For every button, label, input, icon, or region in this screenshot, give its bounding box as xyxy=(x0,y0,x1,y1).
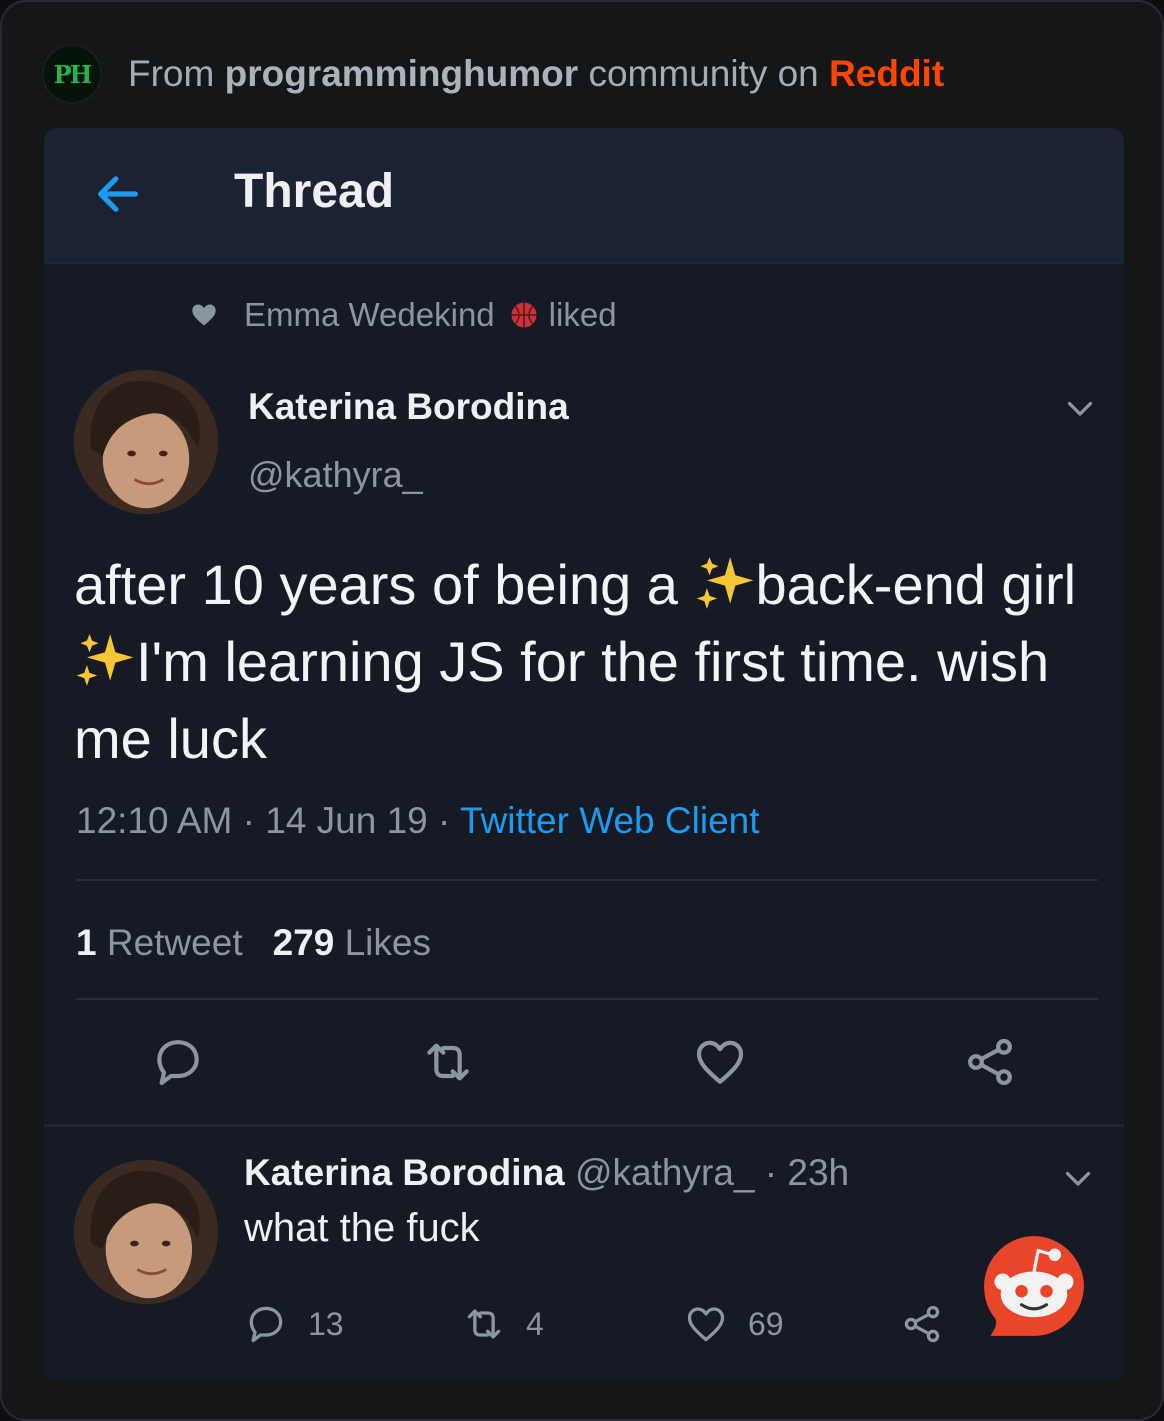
tweet-client[interactable]: Twitter Web Client xyxy=(460,800,760,841)
liked-by-user[interactable]: Emma Wedekind xyxy=(244,296,495,334)
source-prefix: From xyxy=(128,53,225,94)
community-logo[interactable]: PH xyxy=(42,44,102,104)
reply-like-count: 69 xyxy=(748,1305,784,1342)
reply-retweet-count: 4 xyxy=(526,1305,544,1342)
heart-icon xyxy=(192,304,216,326)
site-name[interactable]: Reddit xyxy=(829,53,944,94)
tweet-text: after 10 years of being a back-end girl … xyxy=(74,546,1084,777)
divider xyxy=(76,998,1098,1000)
reply-icon[interactable] xyxy=(150,1034,206,1090)
sparkles-icon xyxy=(76,634,134,686)
retweet-count[interactable]: 1 xyxy=(76,922,97,963)
tweet-screenshot: Thread Emma Wedekind liked Katerina Boro… xyxy=(44,128,1124,1380)
reply-handle[interactable]: @kathyra_ xyxy=(575,1152,754,1193)
source-middle: community on xyxy=(578,53,830,94)
avatar[interactable] xyxy=(74,370,218,514)
liked-by-row: Emma Wedekind liked xyxy=(190,296,617,334)
chevron-down-icon[interactable] xyxy=(1060,1160,1096,1196)
reply-reply-button[interactable]: 13 xyxy=(244,1302,344,1346)
reply-share-button[interactable] xyxy=(900,1302,964,1346)
sparkles-icon xyxy=(696,557,753,609)
back-arrow-icon[interactable] xyxy=(92,168,144,220)
chevron-down-icon[interactable] xyxy=(1062,390,1098,426)
like-label[interactable]: Likes xyxy=(345,922,431,963)
tweet-meta: 12:10 AM · 14 Jun 19 · Twitter Web Clien… xyxy=(76,800,760,841)
share-icon[interactable] xyxy=(962,1034,1018,1090)
reply-age[interactable]: 23h xyxy=(787,1152,849,1193)
liked-suffix: liked xyxy=(548,296,617,333)
tweet-stats: 1 Retweet 279 Likes xyxy=(76,922,431,964)
reply-text: what the fuck xyxy=(244,1206,480,1250)
retweet-icon[interactable] xyxy=(420,1034,476,1090)
tweet-text-part-2: back-end girl xyxy=(755,553,1077,616)
heart-icon xyxy=(687,1307,725,1342)
like-count[interactable]: 279 xyxy=(273,922,335,963)
heart-icon[interactable] xyxy=(692,1034,748,1090)
source-line: From programminghumor community on Reddi… xyxy=(128,53,944,95)
reddit-snoo-icon[interactable] xyxy=(982,1234,1086,1338)
divider xyxy=(44,1124,1124,1127)
retweet-icon xyxy=(467,1309,501,1339)
tweet-time: 12:10 AM xyxy=(76,800,233,841)
reply-icon xyxy=(249,1306,283,1343)
avatar[interactable] xyxy=(74,1160,218,1304)
share-icon xyxy=(904,1305,940,1343)
reply-header: Katerina Borodina @kathyra_ · 23h xyxy=(244,1152,850,1193)
source-header: PH From programminghumor community on Re… xyxy=(42,42,944,106)
author-name[interactable]: Katerina Borodina xyxy=(248,386,569,428)
tweet-date: 14 Jun 19 xyxy=(265,800,428,841)
reply-author[interactable]: Katerina Borodina xyxy=(244,1152,565,1193)
reply-count: 13 xyxy=(308,1305,344,1342)
reply-like-button[interactable]: 69 xyxy=(684,1302,784,1346)
post-frame: PH From programminghumor community on Re… xyxy=(0,0,1164,1421)
retweet-label[interactable]: Retweet xyxy=(107,922,243,963)
thread-bar: Thread xyxy=(44,128,1124,264)
author-handle[interactable]: @kathyra_ xyxy=(248,454,423,496)
tweet-text-part-1: after 10 years of being a xyxy=(74,553,694,616)
community-name[interactable]: programminghumor xyxy=(225,53,579,94)
thread-title: Thread xyxy=(234,165,395,218)
basketball-icon xyxy=(511,302,537,328)
divider xyxy=(76,879,1098,881)
reply-retweet-button[interactable]: 4 xyxy=(462,1302,544,1346)
tweet-text-part-3: I'm learning JS for the first time. wish… xyxy=(74,630,1050,770)
reply-actions: 13 4 69 xyxy=(244,1302,1004,1358)
